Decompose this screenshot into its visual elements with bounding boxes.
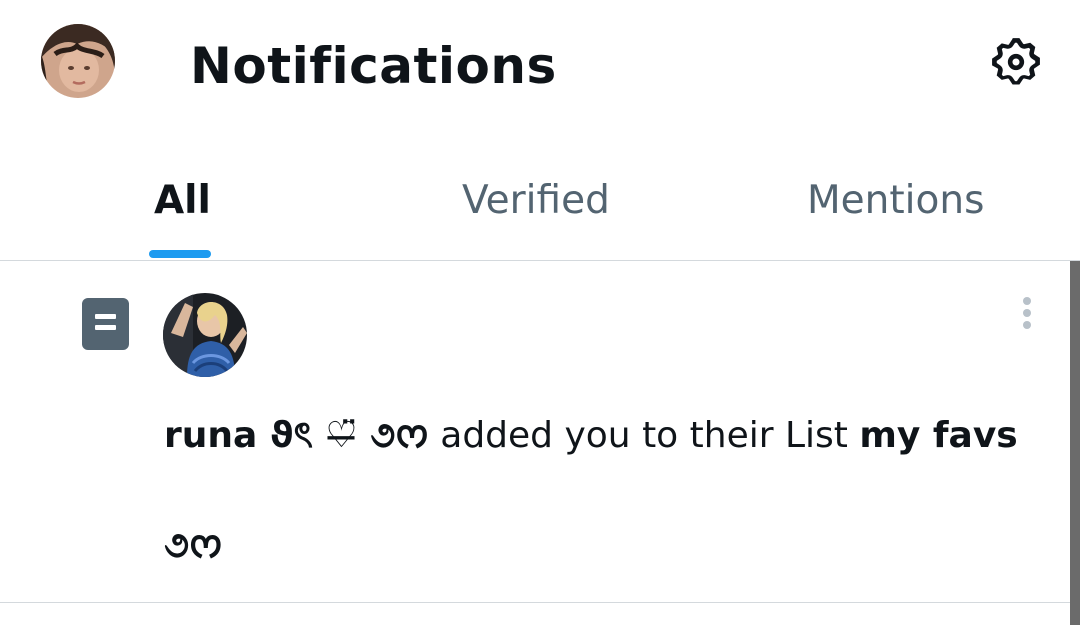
tab-mentions[interactable]: Mentions — [770, 150, 1030, 260]
page-title: Notifications — [190, 37, 557, 95]
item-divider — [0, 602, 1070, 603]
tab-all[interactable]: All — [110, 150, 250, 260]
notifications-screen: Notifications All Verified Mentions runa… — [0, 0, 1080, 625]
tab-bar: All Verified Mentions — [0, 150, 1080, 260]
user-avatar-icon — [41, 24, 115, 98]
more-options-button[interactable] — [1008, 291, 1046, 333]
action-text: added you to their List — [440, 415, 848, 456]
sender-name[interactable]: runa ϑৎ ♡̶̈ ૭ᰔ — [164, 415, 429, 456]
header: Notifications — [0, 0, 1080, 130]
scrollbar[interactable] — [1070, 261, 1080, 625]
settings-button[interactable] — [986, 32, 1046, 92]
list-name-continued[interactable]: ૭ᰔ — [164, 519, 223, 573]
list-icon — [82, 298, 129, 350]
tab-verified[interactable]: Verified — [420, 150, 660, 260]
sender-avatar-icon — [163, 293, 247, 377]
sender-avatar[interactable] — [163, 293, 247, 377]
active-tab-indicator — [149, 250, 211, 258]
gear-icon — [992, 38, 1040, 85]
tab-all-label: All — [154, 178, 211, 223]
tab-mentions-label: Mentions — [807, 178, 985, 223]
notification-text: runa ϑৎ ♡̶̈ ૭ᰔ added you to their List m… — [164, 409, 1044, 463]
tab-verified-label: Verified — [462, 178, 610, 223]
profile-avatar[interactable] — [41, 24, 115, 98]
notification-item[interactable]: runa ϑৎ ♡̶̈ ૭ᰔ added you to their List m… — [0, 261, 1070, 602]
list-name[interactable]: my favs — [859, 415, 1017, 456]
